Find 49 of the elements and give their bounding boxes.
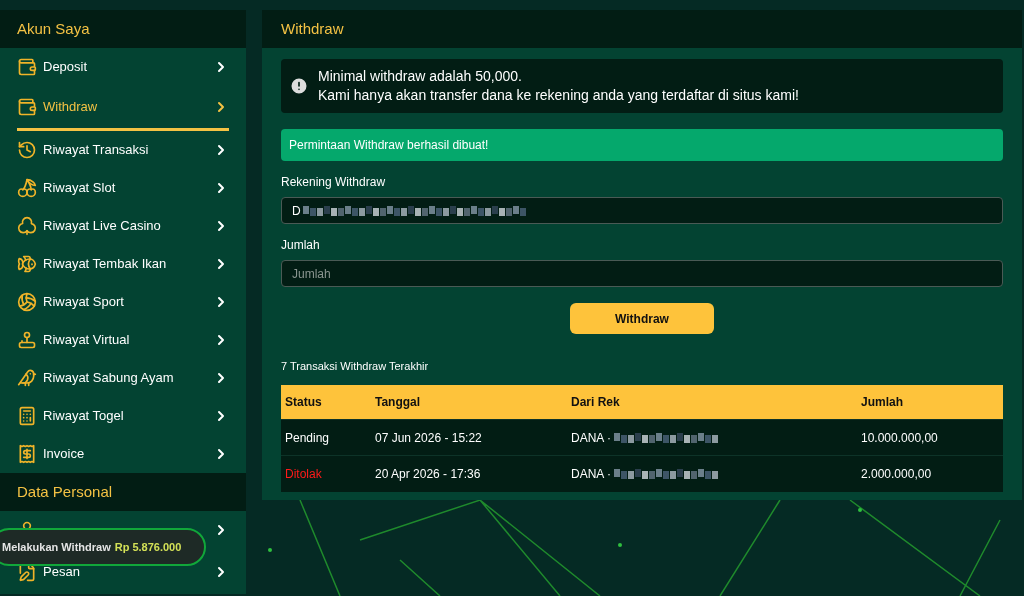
toast-amount: Rp 5.876.000 [114,539,182,555]
sidebar-item[interactable]: Riwayat Sport [17,283,229,321]
joystick-icon [17,330,37,350]
receipt-icon [17,444,37,464]
input-field[interactable]: D [281,197,1003,224]
sidebar-item[interactable]: Deposit [17,48,229,86]
table-cell: 20 Apr 2026 - 17:36 [371,455,567,492]
panel-header: Withdraw [262,10,1022,48]
section-header: Data Personal [0,473,246,511]
section-header: Akun Saya [0,10,246,48]
wallet-icon [17,57,37,77]
bird-icon [17,368,37,388]
status-cell: Ditolak [281,455,371,492]
sidebar-item[interactable]: Riwayat Virtual [17,321,229,359]
sidebar-item[interactable]: Riwayat Togel [17,397,229,435]
ball-icon [17,292,37,312]
column-header: Jumlah [857,384,1003,420]
sidebar-item[interactable]: Riwayat Tembak Ikan [17,245,229,283]
history-title: 7 Transaksi Withdraw Terakhir [281,359,430,374]
history-icon [17,140,37,160]
column-header: Status [281,384,371,420]
alert-icon [289,76,309,96]
notice-text: Kami hanya akan transfer dana ke rekening anda yang terdaftar di situs kami! [318,86,799,105]
field-label: Rekening Withdraw [281,174,387,191]
sidebar-item[interactable]: Withdraw [17,86,229,131]
fish-icon [17,254,37,274]
table-cell-text: DANA · [571,429,611,447]
input-field[interactable]: Jumlah [281,260,1003,287]
toast-text: Melakukan Withdraw [2,539,111,555]
table-cell: 10.000.000,00 [857,419,1003,456]
club-icon [17,216,37,236]
column-header: Dari Rek [567,384,857,420]
calculator-icon [17,406,37,426]
sidebar-item[interactable]: Riwayat Sabung Ayam [17,359,229,397]
column-header: Tanggal [371,384,567,420]
cherry-icon [17,178,37,198]
field-label: Jumlah [281,237,321,254]
status-cell: Pending [281,419,371,456]
table-cell: 2.000.000,00 [857,455,1003,492]
sidebar-item[interactable]: Riwayat Transaksi [17,131,229,169]
sidebar-item[interactable]: Riwayat Live Casino [17,207,229,245]
withdraw-button[interactable]: Withdraw [570,303,714,334]
success-alert: Permintaan Withdraw berhasil dibuat! [281,129,1003,161]
table-cell: 07 Jun 2026 - 15:22 [371,419,567,456]
wallet-icon [17,97,37,117]
sidebar-item[interactable]: Invoice [17,435,229,473]
sidebar-item[interactable]: Riwayat Slot [17,169,229,207]
notice-text: Minimal withdraw adalah 50,000. [318,67,523,86]
table-cell-text: DANA · [571,465,611,483]
